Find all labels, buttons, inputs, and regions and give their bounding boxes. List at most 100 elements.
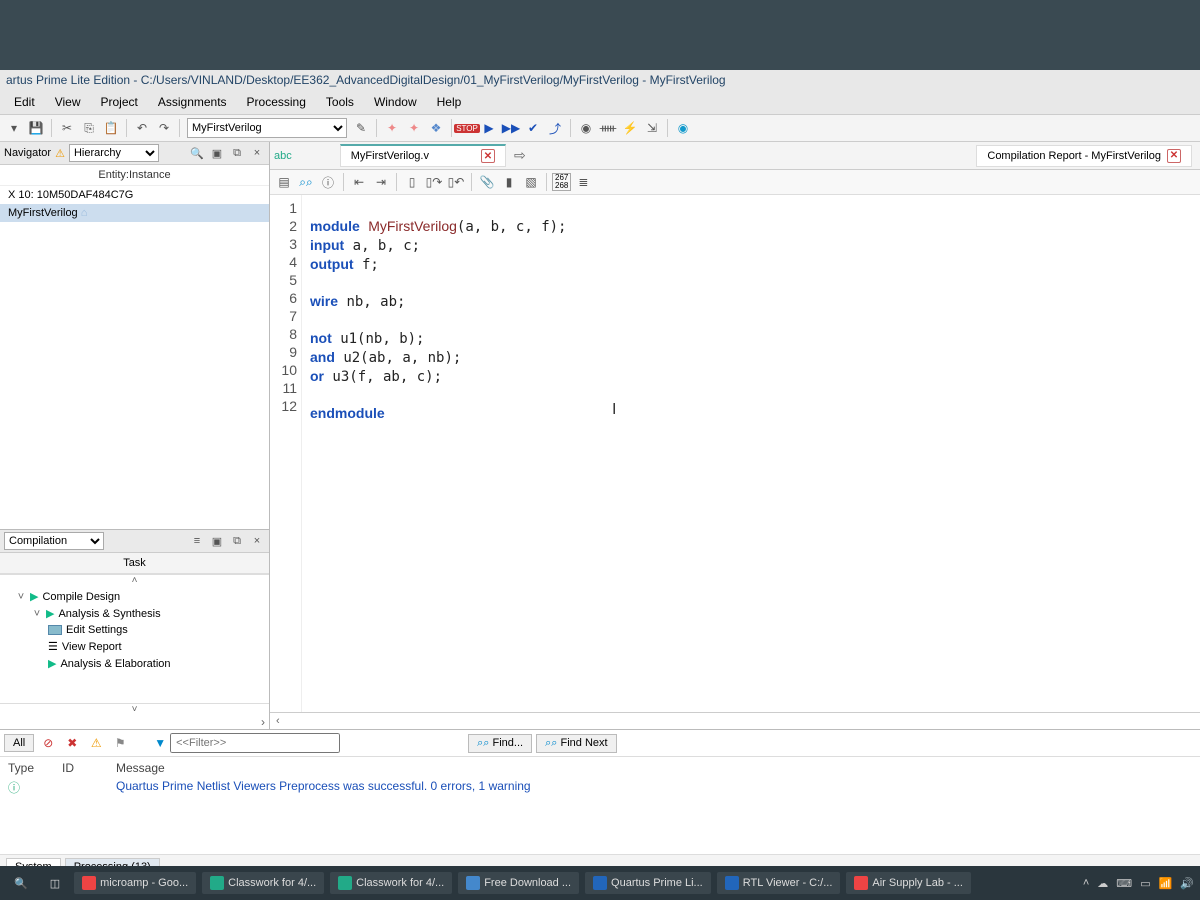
find-icon[interactable]: ⌕⌕ — [296, 172, 316, 192]
menu-edit[interactable]: Edit — [4, 92, 45, 112]
outdent-icon[interactable]: ⇤ — [349, 172, 369, 192]
task-edit-settings[interactable]: Edit Settings — [4, 622, 265, 638]
critical-filter-icon[interactable]: ✖ — [62, 733, 82, 753]
cut-icon[interactable]: ✂ — [57, 118, 77, 138]
dock-icon[interactable]: ⧉ — [229, 145, 245, 161]
tab-nav-icon[interactable]: ⇨ — [510, 147, 530, 164]
code-editor[interactable]: 123456 789101112 module MyFirstVerilog(a… — [270, 195, 1200, 712]
tray-up-icon[interactable]: ˄ — [1083, 877, 1089, 889]
tray-wifi-icon[interactable]: 📶 — [1159, 877, 1173, 890]
taskbar-item[interactable]: Classwork for 4/... — [330, 872, 452, 894]
taskbar-item[interactable]: Classwork for 4/... — [202, 872, 324, 894]
jump-icon[interactable]: ⤴ — [545, 118, 565, 138]
project-selector[interactable]: MyFirstVerilog — [187, 118, 347, 138]
tab-compilation-report[interactable]: Compilation Report - MyFirstVerilog ✕ — [976, 145, 1192, 167]
menu-processing[interactable]: Processing — [237, 92, 316, 112]
taskbar-item[interactable]: Air Supply Lab - ... — [846, 872, 971, 894]
tab-source-file[interactable]: MyFirstVerilog.v ✕ — [340, 144, 506, 167]
task-view-icon[interactable]: ◫ — [42, 873, 68, 894]
abc-icon[interactable]: abc — [274, 150, 292, 162]
search-icon[interactable]: 🔍 — [189, 145, 205, 161]
chip-icon[interactable]: ◉ — [576, 118, 596, 138]
fast-play-icon[interactable]: ▶▶ — [501, 118, 521, 138]
taskbar-item[interactable]: Free Download ... — [458, 872, 579, 894]
navigator-mode-dropdown[interactable]: Hierarchy — [69, 144, 159, 162]
messages-filter-input[interactable] — [170, 733, 340, 753]
marker-icon[interactable]: ⓘ — [318, 172, 338, 192]
tray-volume-icon[interactable]: 🔊 — [1180, 877, 1194, 890]
template-icon[interactable]: ▧ — [521, 172, 541, 192]
editor-hscroll[interactable]: ‹ — [270, 712, 1200, 729]
chevron-down-icon[interactable]: ˅ — [16, 591, 26, 603]
warning-filter-icon[interactable]: ⚠ — [86, 733, 106, 753]
bookmark-icon[interactable]: ▯ — [402, 172, 422, 192]
help-icon[interactable]: ◉ — [673, 118, 693, 138]
menu-view[interactable]: View — [45, 92, 91, 112]
tasks-menu-icon[interactable]: ≡ — [189, 533, 205, 549]
info-filter-icon[interactable]: ⚑ — [110, 733, 130, 753]
taskbar-item[interactable]: RTL Viewer - C:/... — [717, 872, 841, 894]
settings-icon[interactable]: ✦ — [382, 118, 402, 138]
messages-all-button[interactable]: All — [4, 734, 34, 752]
tasks-dock-icon[interactable]: ⧉ — [229, 533, 245, 549]
menu-window[interactable]: Window — [364, 92, 427, 112]
bookmark-next-icon[interactable]: ▯↷ — [424, 172, 444, 192]
menu-tools[interactable]: Tools — [316, 92, 364, 112]
undo-icon[interactable]: ↶ — [132, 118, 152, 138]
bookmark-prev-icon[interactable]: ▯↶ — [446, 172, 466, 192]
select-icon[interactable]: ▤ — [274, 172, 294, 192]
indent-icon[interactable]: ⇥ — [371, 172, 391, 192]
chevron-down-icon[interactable]: ˅ — [32, 608, 42, 620]
close-icon[interactable]: ✕ — [1167, 149, 1181, 163]
scroll-down-icon[interactable]: ˅ — [0, 703, 269, 715]
find-next-button[interactable]: ⌕⌕ Find Next — [536, 734, 616, 753]
close-icon[interactable]: × — [249, 145, 265, 161]
task-view-report[interactable]: ☰ View Report — [4, 638, 265, 655]
tray-keyboard-icon[interactable]: ⌨ — [1116, 877, 1132, 890]
signal-icon[interactable]: ⚡ — [620, 118, 640, 138]
task-analysis-synthesis[interactable]: ˅ ▶ Analysis & Synthesis — [4, 605, 265, 622]
sparkle-icon[interactable]: ❖ — [426, 118, 446, 138]
line-number-badge[interactable]: 267268 — [552, 173, 571, 191]
toolbar-dropdown-icon[interactable]: ▾ — [4, 118, 24, 138]
scroll-up-icon[interactable]: ˄ — [0, 574, 269, 586]
scroll-right-icon[interactable]: › — [0, 715, 269, 729]
task-analysis-elaboration[interactable]: ▶ Analysis & Elaboration — [4, 655, 265, 672]
play-icon: ▶ — [48, 657, 56, 670]
filter-funnel-icon[interactable]: ▼ — [154, 736, 166, 750]
programmer-icon[interactable]: ⇲ — [642, 118, 662, 138]
doc-icon[interactable]: ▮ — [499, 172, 519, 192]
tasks-pin-icon[interactable]: ▣ — [209, 533, 225, 549]
menu-help[interactable]: Help — [427, 92, 472, 112]
search-icon[interactable]: 🔍 — [6, 873, 36, 894]
menu-assignments[interactable]: Assignments — [148, 92, 237, 112]
tray-battery-icon[interactable]: ▭ — [1140, 877, 1150, 890]
save-icon[interactable]: 💾 — [26, 118, 46, 138]
find-button[interactable]: ⌕⌕ Find... — [468, 734, 532, 753]
pin-planner-icon[interactable]: ᚔ — [598, 118, 618, 138]
tasks-mode-dropdown[interactable]: Compilation — [4, 532, 104, 550]
redo-icon[interactable]: ↷ — [154, 118, 174, 138]
taskbar-item[interactable]: Quartus Prime Li... — [585, 872, 711, 894]
entity-row-top[interactable]: MyFirstVerilog ⌂ — [0, 204, 269, 222]
play-icon[interactable]: ▶ — [479, 118, 499, 138]
list-icon[interactable]: ≣ — [573, 172, 593, 192]
attach-icon[interactable]: 📎 — [477, 172, 497, 192]
pin-icon[interactable]: ▣ — [209, 145, 225, 161]
close-icon[interactable]: ✕ — [481, 149, 495, 163]
gear-icon[interactable]: ✦ — [404, 118, 424, 138]
tasks-close-icon[interactable]: × — [249, 533, 265, 549]
code-content[interactable]: module MyFirstVerilog(a, b, c, f); input… — [302, 195, 1200, 712]
entity-row-device[interactable]: X 10: 10M50DAF484C7G — [0, 186, 269, 204]
check-icon[interactable]: ✔ — [523, 118, 543, 138]
copy-icon[interactable]: ⎘ — [79, 118, 99, 138]
menu-project[interactable]: Project — [90, 92, 147, 112]
stop-icon[interactable]: STOP — [457, 118, 477, 138]
error-filter-icon[interactable]: ⊘ — [38, 733, 58, 753]
tray-cloud-icon[interactable]: ☁ — [1097, 877, 1108, 890]
taskbar-item[interactable]: microamp - Goo... — [74, 872, 196, 894]
edit-icon[interactable]: ✎ — [351, 118, 371, 138]
message-row[interactable]: ⓘ Quartus Prime Netlist Viewers Preproce… — [8, 777, 1192, 798]
task-compile-design[interactable]: ˅ ▶ Compile Design — [4, 588, 265, 605]
paste-icon[interactable]: 📋 — [101, 118, 121, 138]
